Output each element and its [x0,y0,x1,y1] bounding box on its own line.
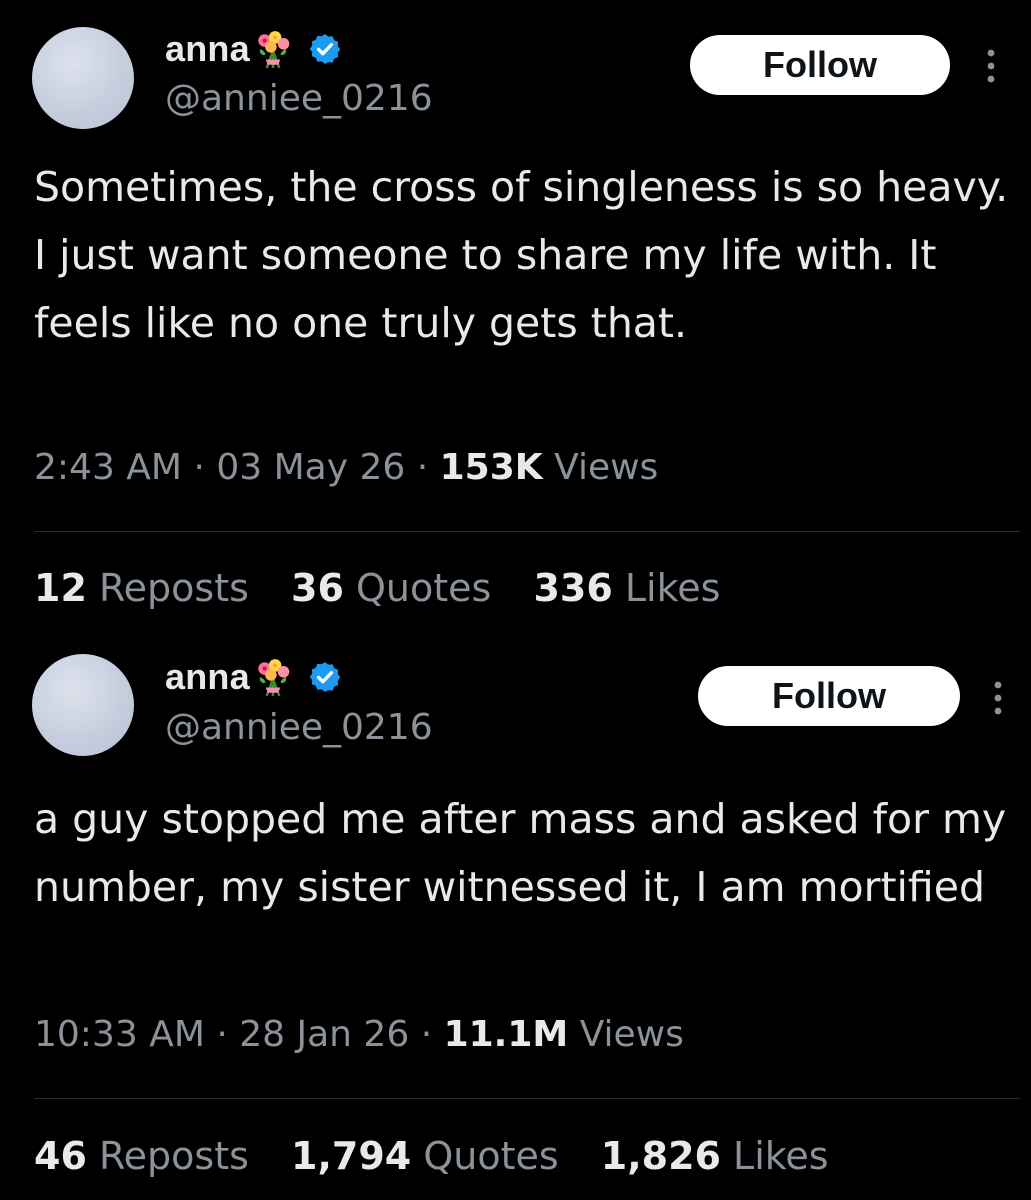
reposts-stat[interactable]: 46 Reposts [34,1134,249,1178]
tweet-time[interactable]: 10:33 AM [34,1014,205,1055]
author-name-row: anna [165,656,342,698]
separator-dot: · [420,1014,444,1055]
avatar[interactable] [32,654,134,756]
views-count: 11.1M [443,1014,569,1055]
engagement-stats: 46 Reposts 1,794 Quotes 1,826 Likes [34,1134,859,1178]
separator-dot: · [216,1014,240,1055]
tweet-2: anna @anniee_0216 Follow a guy stopped m… [0,0,1031,1200]
quotes-count: 1,794 [291,1134,412,1178]
tweet-date[interactable]: 28 Jan 26 [239,1014,409,1055]
bouquet-icon [258,659,290,697]
tweet-text: a guy stopped me after mass and asked fo… [34,795,1007,911]
likes-label: Likes [733,1134,829,1178]
divider [34,1098,1020,1099]
display-name[interactable]: anna [165,656,250,698]
quotes-stat[interactable]: 1,794 Quotes [291,1134,559,1178]
handle[interactable]: @anniee_0216 [165,707,433,748]
tweet-meta: 10:33 AM · 28 Jan 26 · 11.1M Views [34,1014,684,1055]
more-options-icon[interactable] [991,678,1005,718]
likes-stat[interactable]: 1,826 Likes [601,1134,829,1178]
quotes-label: Quotes [423,1134,559,1178]
follow-button[interactable]: Follow [698,666,960,726]
views-label: Views [579,1014,684,1055]
verified-badge-icon [309,662,341,692]
likes-count: 1,826 [600,1134,721,1178]
reposts-label: Reposts [98,1134,249,1178]
reposts-count: 46 [34,1134,87,1178]
